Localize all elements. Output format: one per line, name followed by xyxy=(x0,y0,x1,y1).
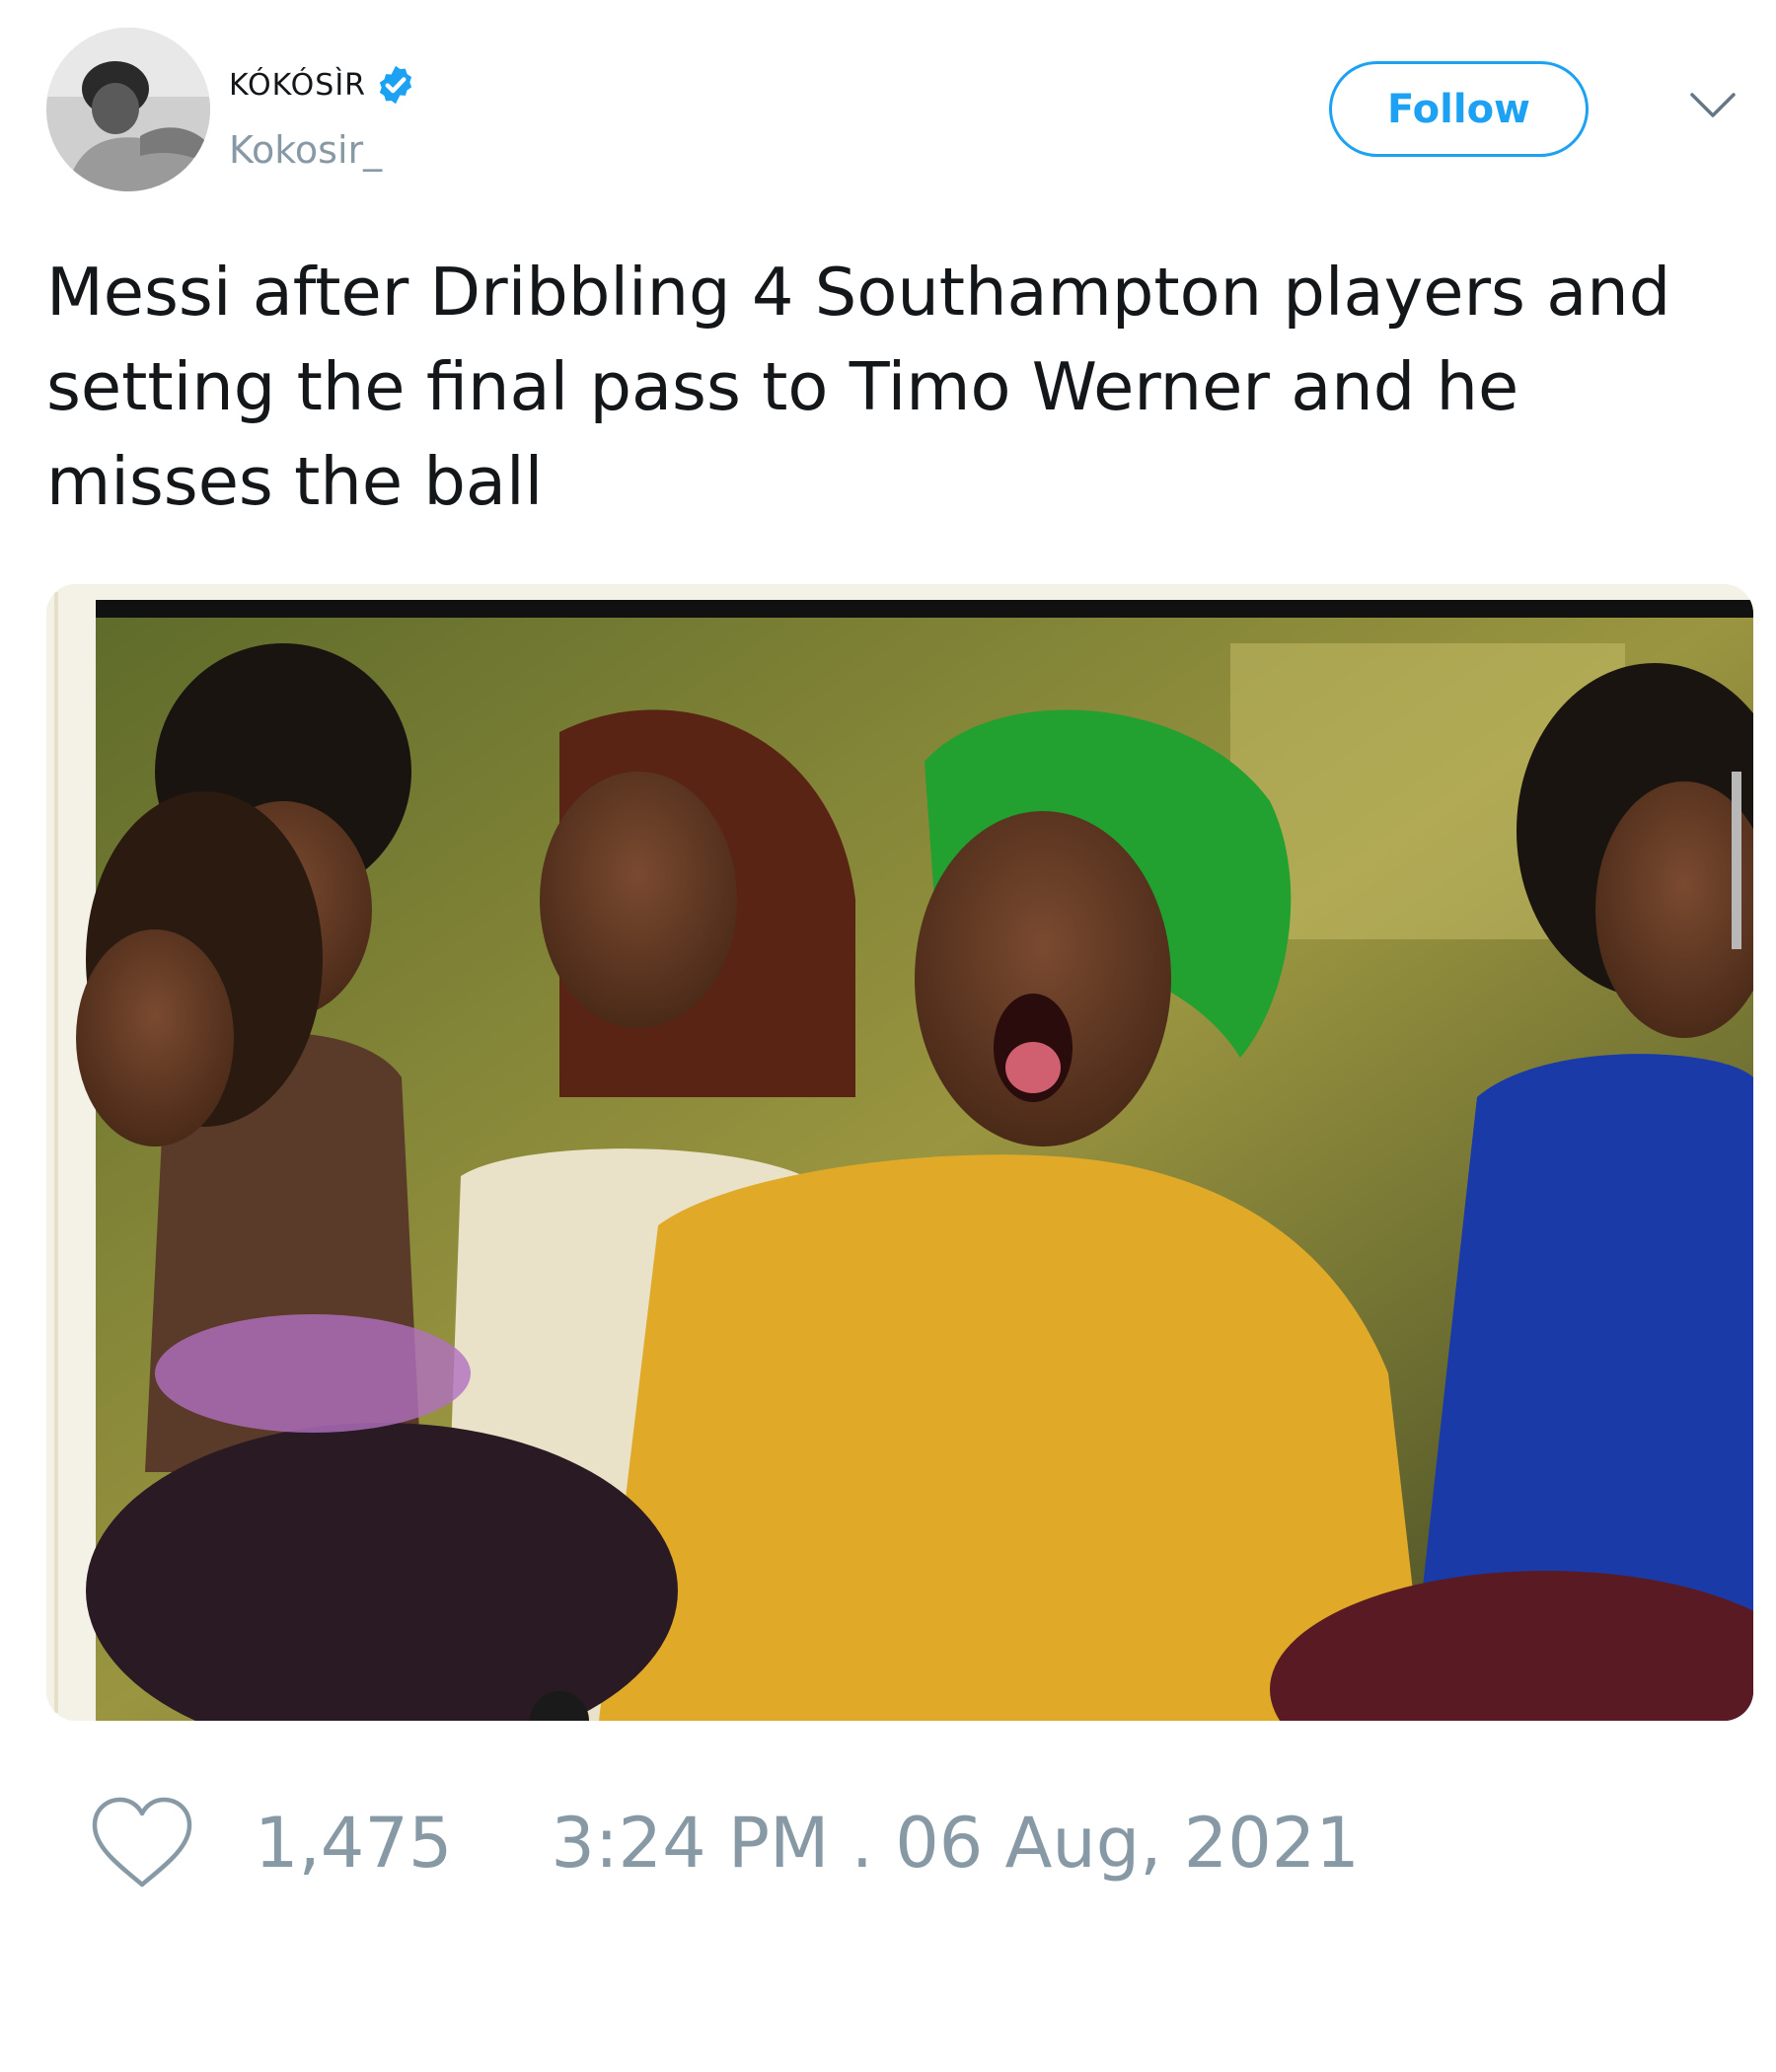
follow-button[interactable]: Follow xyxy=(1329,61,1589,157)
chevron-down-icon[interactable] xyxy=(1689,91,1737,120)
author-name-row: KÓKÓSÌR xyxy=(229,63,417,107)
tweet-timestamp[interactable]: 3:24 PM . 06 Aug, 2021 xyxy=(551,1803,1359,1884)
tweet-footer: 1,475 3:24 PM . 06 Aug, 2021 xyxy=(89,1796,1360,1890)
tweet-text: Messi after Dribbling 4 Southampton play… xyxy=(46,254,1671,520)
like-count: 1,475 xyxy=(255,1803,453,1884)
verified-badge-icon xyxy=(374,63,417,107)
tweet-photo[interactable] xyxy=(46,584,1753,1721)
author-handle[interactable]: Kokosir_ xyxy=(229,128,382,172)
tweet-card: KÓKÓSÌR Kokosir_ Follow Messi after Drib… xyxy=(0,0,1776,2072)
heart-icon[interactable] xyxy=(89,1796,195,1890)
avatar[interactable] xyxy=(46,28,210,191)
display-name[interactable]: KÓKÓSÌR xyxy=(229,68,366,103)
